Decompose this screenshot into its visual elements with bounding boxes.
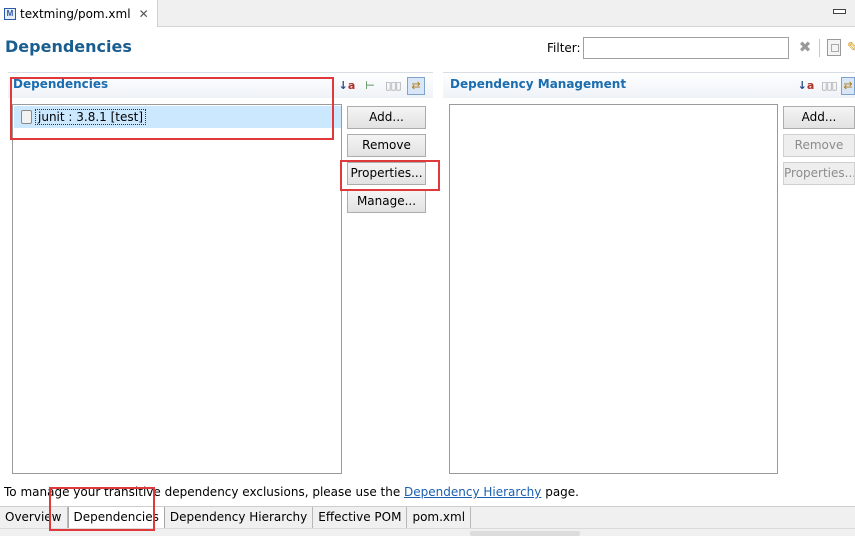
- columns-icon[interactable]: ▯▯▯: [384, 77, 402, 95]
- maven-pom-icon: M: [4, 7, 16, 20]
- remove-dependency-button[interactable]: Remove: [347, 134, 426, 157]
- dependency-hierarchy-link[interactable]: Dependency Hierarchy: [404, 485, 541, 499]
- annotation-box-dependencies-tab: [49, 487, 155, 531]
- minimize-icon[interactable]: [833, 4, 846, 14]
- hierarchy-icon[interactable]: ⊢: [361, 77, 379, 95]
- pencil-icon[interactable]: ✎: [847, 40, 855, 56]
- page-save-icon[interactable]: [827, 39, 841, 56]
- sort-alphabetically-icon[interactable]: ↓a: [797, 77, 815, 95]
- tab-dependency-hierarchy[interactable]: Dependency Hierarchy: [165, 507, 314, 529]
- annotation-box-dependencies: [10, 77, 334, 140]
- toolbar-separator: [819, 39, 820, 57]
- clear-filter-icon[interactable]: ✖: [797, 38, 813, 56]
- dependencies-list[interactable]: junit : 3.8.1 [test]: [12, 104, 342, 474]
- sort-alphabetically-icon[interactable]: ↓a: [338, 77, 356, 95]
- link-with-editor-icon[interactable]: ⇄: [407, 77, 425, 95]
- dependency-management-section-title: Dependency Management: [450, 77, 627, 91]
- annotation-box-properties: [340, 160, 440, 191]
- tab-effective-pom[interactable]: Effective POM: [313, 507, 408, 529]
- manage-dependency-button[interactable]: Manage...: [347, 190, 426, 213]
- add-dependency-button[interactable]: Add...: [347, 106, 426, 129]
- page-title: Dependencies: [5, 37, 132, 56]
- tab-pom-xml[interactable]: pom.xml: [407, 507, 472, 529]
- remove-managed-dependency-button[interactable]: Remove: [783, 134, 855, 157]
- link-with-editor-icon[interactable]: ⇄: [841, 77, 855, 95]
- add-managed-dependency-button[interactable]: Add...: [783, 106, 855, 129]
- close-icon[interactable]: ✕: [139, 7, 149, 21]
- filter-input[interactable]: [583, 37, 789, 59]
- filter-label: Filter:: [547, 41, 581, 55]
- dependency-management-list[interactable]: [449, 104, 778, 474]
- editor-tab-bar: M textming/pom.xml ✕: [0, 0, 855, 27]
- editor-tab-pom[interactable]: M textming/pom.xml ✕: [0, 0, 158, 27]
- managed-dependency-properties-button[interactable]: Properties...: [783, 162, 855, 185]
- columns-icon[interactable]: ▯▯▯: [820, 77, 838, 95]
- editor-tab-title: textming/pom.xml: [20, 6, 131, 21]
- footer-text-after: page.: [541, 485, 579, 499]
